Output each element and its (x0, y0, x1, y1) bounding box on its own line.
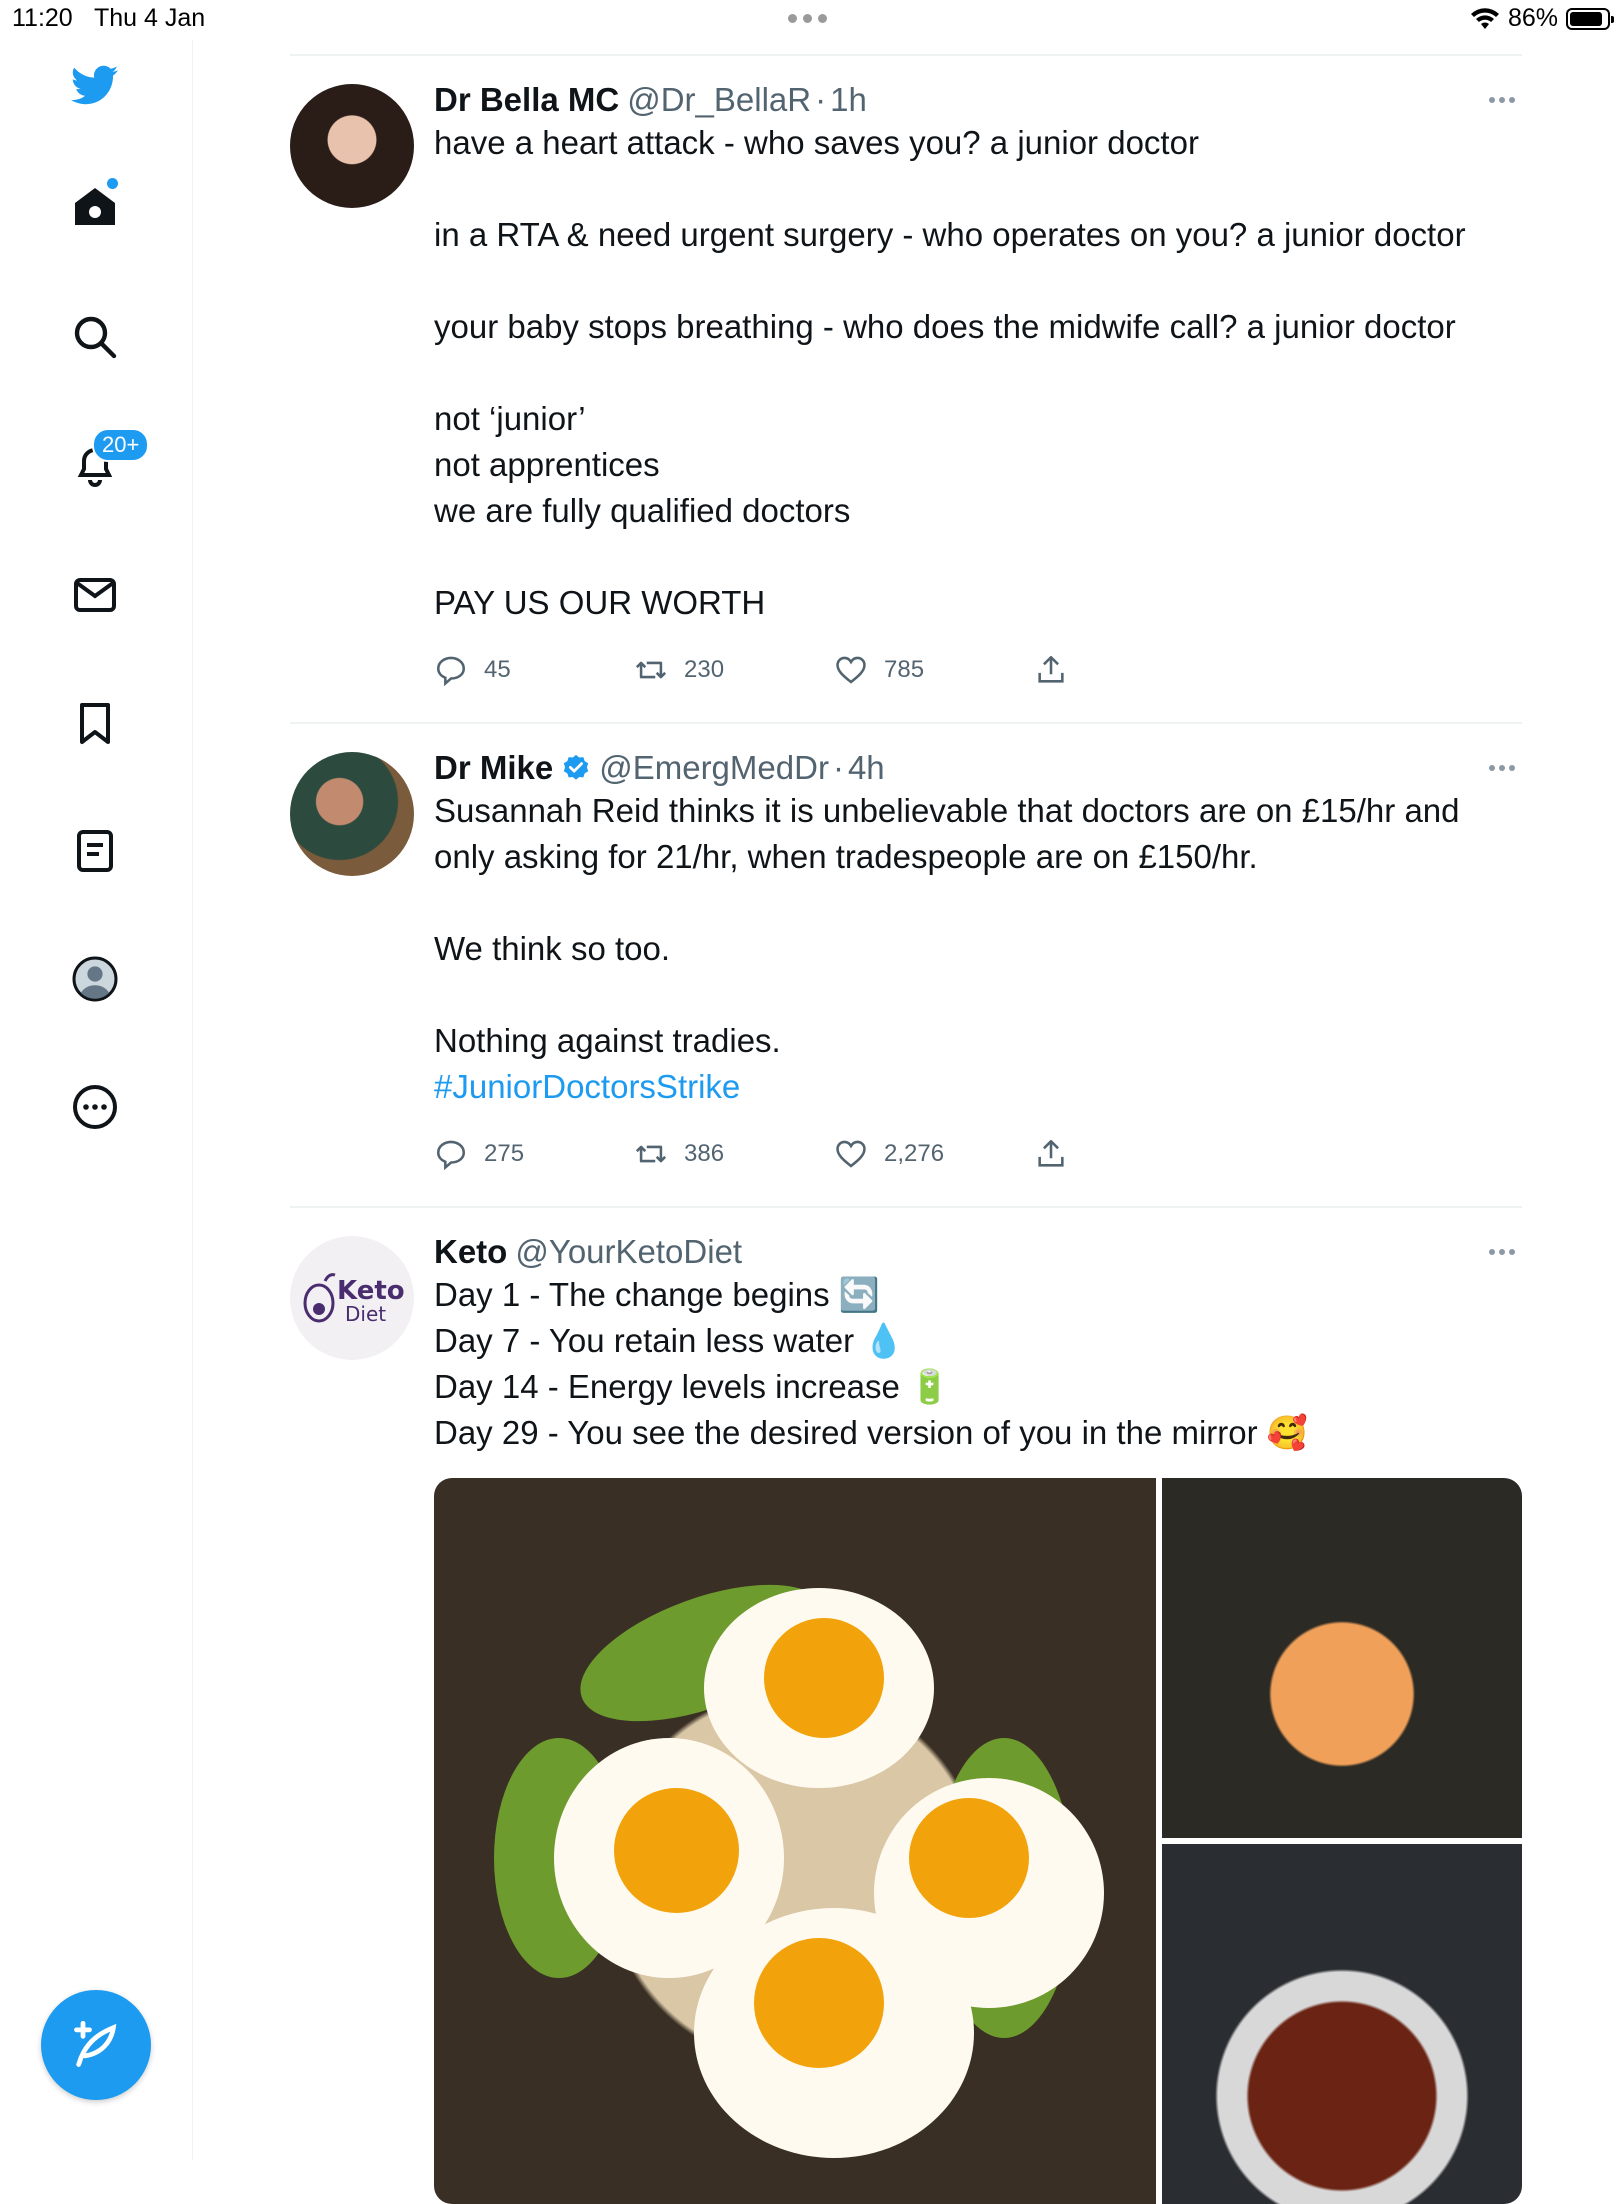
timeline-feed: Dr Bella MC @Dr_BellaR · 1h have a heart… (290, 54, 1522, 2204)
reply-button[interactable]: 45 (434, 653, 634, 687)
status-right: 86% (1470, 4, 1614, 33)
reply-button[interactable]: 275 (434, 1137, 634, 1171)
status-bar: 11:20 Thu 4 Jan 86% (0, 0, 1620, 40)
reply-icon (436, 656, 466, 687)
more-options-icon[interactable] (62, 1074, 128, 1140)
author-handle[interactable]: @YourKetoDiet (515, 1232, 742, 1272)
author-name[interactable]: Keto (434, 1232, 507, 1272)
like-button[interactable]: 2,276 (834, 1137, 1034, 1171)
sidebar: 20+ (0, 40, 193, 2160)
profile-avatar-icon[interactable] (62, 946, 128, 1012)
author-handle[interactable]: @Dr_BellaR (627, 80, 811, 120)
separator-dot: · (815, 81, 827, 118)
like-count: 2,276 (884, 1140, 945, 1167)
retweet-button[interactable]: 230 (634, 653, 834, 687)
author-name[interactable]: Dr Bella MC (434, 80, 619, 120)
notifications-badge: 20+ (92, 428, 150, 462)
compose-feather-icon (74, 2020, 117, 2067)
tweet[interactable]: Dr Bella MC @Dr_BellaR · 1h have a heart… (290, 54, 1522, 700)
like-button[interactable]: 785 (834, 653, 1034, 687)
separator-dot: · (832, 749, 844, 786)
share-button[interactable] (1034, 1137, 1234, 1171)
author-name[interactable]: Dr Mike (434, 748, 553, 788)
home-unread-dot (107, 178, 118, 189)
heart-icon (836, 1140, 866, 1168)
share-icon (1038, 1139, 1064, 1167)
tweet-actions: 45 230 785 (434, 640, 1522, 700)
avatar[interactable]: Keto Diet (290, 1236, 414, 1360)
tweet-actions: 275 386 2,276 (434, 1124, 1522, 1184)
media-image-eggs-avocado[interactable] (434, 1478, 1156, 2204)
twitter-logo-icon[interactable] (62, 52, 128, 118)
battery-percent: 86% (1507, 4, 1558, 32)
retweet-count: 386 (684, 1140, 725, 1167)
retweet-icon (635, 1145, 667, 1163)
tweet-text: have a heart attack - who saves you? a j… (434, 124, 1466, 621)
keto-diet-logo: Keto Diet (303, 1273, 405, 1326)
heart-icon (836, 656, 866, 684)
reply-count: 45 (484, 656, 511, 683)
reply-icon (436, 1140, 466, 1171)
tweet[interactable]: Keto Diet Keto @YourKetoDiet Day 1 - The… (290, 1206, 1522, 2204)
tweet-more-icon[interactable] (1482, 1232, 1522, 1272)
tweet-header: Dr Bella MC @Dr_BellaR · 1h (434, 80, 1522, 120)
retweet-count: 230 (684, 656, 725, 683)
tweet-header: Dr Mike @EmergMedDr · 4h (434, 748, 1522, 788)
tweet-more-icon[interactable] (1482, 748, 1522, 788)
verified-badge-icon (563, 754, 589, 780)
like-count: 785 (884, 656, 925, 683)
tweet-more-icon[interactable] (1482, 80, 1522, 120)
tweet-time[interactable]: 4h (848, 748, 885, 788)
tweet-media-grid[interactable] (434, 1478, 1522, 2204)
avatar[interactable] (290, 84, 414, 208)
tweet[interactable]: Dr Mike @EmergMedDr · 4h Susannah Reid t… (290, 722, 1522, 1184)
messages-mail-icon[interactable] (62, 562, 128, 628)
lists-icon[interactable] (62, 818, 128, 884)
search-icon[interactable] (62, 304, 128, 370)
media-image-shrimp-pasta[interactable] (1162, 1478, 1522, 1838)
wifi-icon (1470, 7, 1499, 29)
share-button[interactable] (1034, 653, 1234, 687)
retweet-button[interactable]: 386 (634, 1137, 834, 1171)
multitasking-dots-icon[interactable] (788, 14, 832, 24)
bookmarks-icon[interactable] (62, 690, 128, 756)
avatar[interactable] (290, 752, 414, 876)
battery-icon (1566, 7, 1614, 30)
compose-tweet-button[interactable] (41, 1990, 151, 2100)
logo-word-diet: Diet (345, 1302, 386, 1326)
tweet-text-body: Susannah Reid thinks it is unbelievable … (434, 792, 1460, 1059)
author-handle[interactable]: @EmergMedDr (599, 748, 829, 788)
share-icon (1038, 655, 1064, 683)
status-time: 11:20 (12, 4, 73, 32)
tweet-time[interactable]: 1h (830, 80, 867, 120)
tweet-header: Keto @YourKetoDiet (434, 1232, 1522, 1272)
home-icon[interactable] (62, 174, 128, 240)
hashtag-link[interactable]: #JuniorDoctorsStrike (434, 1068, 740, 1105)
reply-count: 275 (484, 1140, 525, 1167)
tweet-text: Day 1 - The change begins 🔄 Day 7 - You … (434, 1276, 1308, 1451)
tweet-text: Susannah Reid thinks it is unbelievable … (434, 788, 1522, 1110)
retweet-icon (635, 661, 667, 679)
notifications-bell-icon[interactable]: 20+ (62, 428, 150, 498)
media-image-beef-stirfry[interactable] (1162, 1844, 1522, 2204)
status-date: Thu 4 Jan (94, 4, 206, 32)
